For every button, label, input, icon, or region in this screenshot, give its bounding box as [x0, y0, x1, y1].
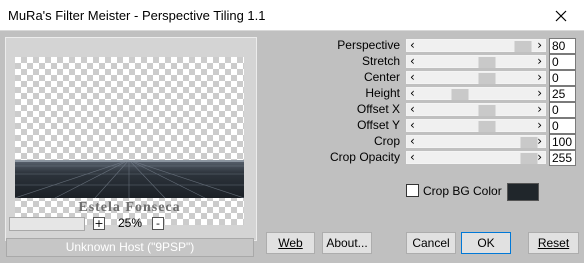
dialog-body: Estela Fonseca + 25% - Unknown Host ("9P… [0, 31, 584, 263]
param-slider[interactable]: ‹ › [406, 54, 546, 68]
param-value-field[interactable]: 0 [549, 102, 576, 118]
host-info: Unknown Host ("9PSP") [6, 238, 254, 257]
slider-track[interactable] [423, 105, 529, 116]
arrow-right-icon[interactable]: › [537, 86, 542, 100]
arrow-left-icon[interactable]: ‹ [410, 134, 415, 148]
slider-thumb[interactable] [514, 41, 532, 52]
param-value-field[interactable]: 100 [549, 134, 576, 150]
param-value-field[interactable]: 255 [549, 150, 576, 166]
arrow-right-icon[interactable]: › [537, 70, 542, 84]
title-bar: MuRa's Filter Meister - Perspective Tili… [0, 0, 584, 31]
param-label: Stretch [361, 54, 400, 68]
crop-bg-label: Crop BG Color [423, 184, 502, 198]
arrow-right-icon[interactable]: › [537, 118, 542, 132]
reset-button[interactable]: Reset [528, 232, 579, 254]
arrow-left-icon[interactable]: ‹ [410, 70, 415, 84]
arrow-right-icon[interactable]: › [537, 134, 542, 148]
slider-thumb[interactable] [478, 105, 496, 116]
floor-tiles [15, 159, 244, 199]
slider-thumb[interactable] [478, 121, 496, 132]
zoom-in-button[interactable]: + [93, 217, 105, 230]
slider-thumb[interactable] [520, 137, 538, 148]
arrow-left-icon[interactable]: ‹ [410, 118, 415, 132]
param-slider[interactable]: ‹ › [406, 102, 546, 116]
slider-thumb[interactable] [451, 89, 469, 100]
param-value-field[interactable]: 0 [549, 118, 576, 134]
web-button[interactable]: Web [266, 232, 315, 254]
param-value-field[interactable]: 80 [549, 38, 576, 54]
zoom-track [9, 217, 85, 231]
param-label: Crop [373, 134, 400, 148]
close-button[interactable] [538, 0, 584, 31]
reset-button-label: Reset [537, 236, 570, 250]
param-label: Crop Opacity [329, 150, 400, 164]
arrow-left-icon[interactable]: ‹ [410, 150, 415, 164]
ok-button[interactable]: OK [461, 232, 511, 254]
arrow-left-icon[interactable]: ‹ [410, 38, 415, 52]
slider-track[interactable] [423, 121, 529, 132]
param-slider[interactable]: ‹ › [406, 70, 546, 84]
slider-track[interactable] [423, 89, 529, 100]
param-label: Perspective [337, 38, 400, 52]
slider-thumb[interactable] [478, 57, 496, 68]
slider-track[interactable] [423, 57, 529, 68]
preview-canvas[interactable]: Estela Fonseca [15, 57, 244, 225]
slider-thumb[interactable] [520, 153, 538, 164]
arrow-left-icon[interactable]: ‹ [410, 102, 415, 116]
param-slider[interactable]: ‹ › [406, 38, 546, 52]
param-slider[interactable]: ‹ › [406, 118, 546, 132]
arrow-right-icon[interactable]: › [537, 102, 542, 116]
crop-bg-color-swatch[interactable] [507, 183, 539, 201]
close-icon [555, 10, 567, 21]
arrow-left-icon[interactable]: ‹ [410, 54, 415, 68]
param-value-field[interactable]: 25 [549, 86, 576, 102]
slider-track[interactable] [423, 137, 538, 148]
param-label: Center [363, 70, 400, 84]
arrow-right-icon[interactable]: › [537, 54, 542, 68]
slider-track[interactable] [423, 41, 532, 52]
param-slider[interactable]: ‹ › [406, 86, 546, 100]
ok-button-label: OK [477, 236, 495, 250]
param-value-field[interactable]: 0 [549, 70, 576, 86]
slider-thumb[interactable] [478, 73, 496, 84]
param-label: Offset X [356, 102, 400, 116]
crop-bg-checkbox[interactable] [406, 184, 419, 197]
param-slider[interactable]: ‹ › [406, 150, 546, 164]
about-button[interactable]: About... [322, 232, 372, 254]
param-label: Height [365, 86, 400, 100]
param-label: Offset Y [357, 118, 400, 132]
cancel-button[interactable]: Cancel [406, 232, 456, 254]
arrow-right-icon[interactable]: › [537, 150, 542, 164]
arrow-right-icon[interactable]: › [537, 38, 542, 52]
about-button-label: About... [326, 236, 368, 250]
param-slider[interactable]: ‹ › [406, 134, 546, 148]
window-title: MuRa's Filter Meister - Perspective Tili… [8, 8, 266, 23]
param-value-field[interactable]: 0 [549, 54, 576, 70]
cancel-button-label: Cancel [412, 236, 450, 250]
perspective-floor [15, 159, 244, 199]
slider-track[interactable] [423, 73, 529, 84]
zoom-out-button[interactable]: - [152, 217, 164, 230]
slider-track[interactable] [423, 153, 538, 164]
zoom-value: 25% [117, 216, 143, 230]
web-button-label: Web [278, 236, 303, 250]
arrow-left-icon[interactable]: ‹ [410, 86, 415, 100]
